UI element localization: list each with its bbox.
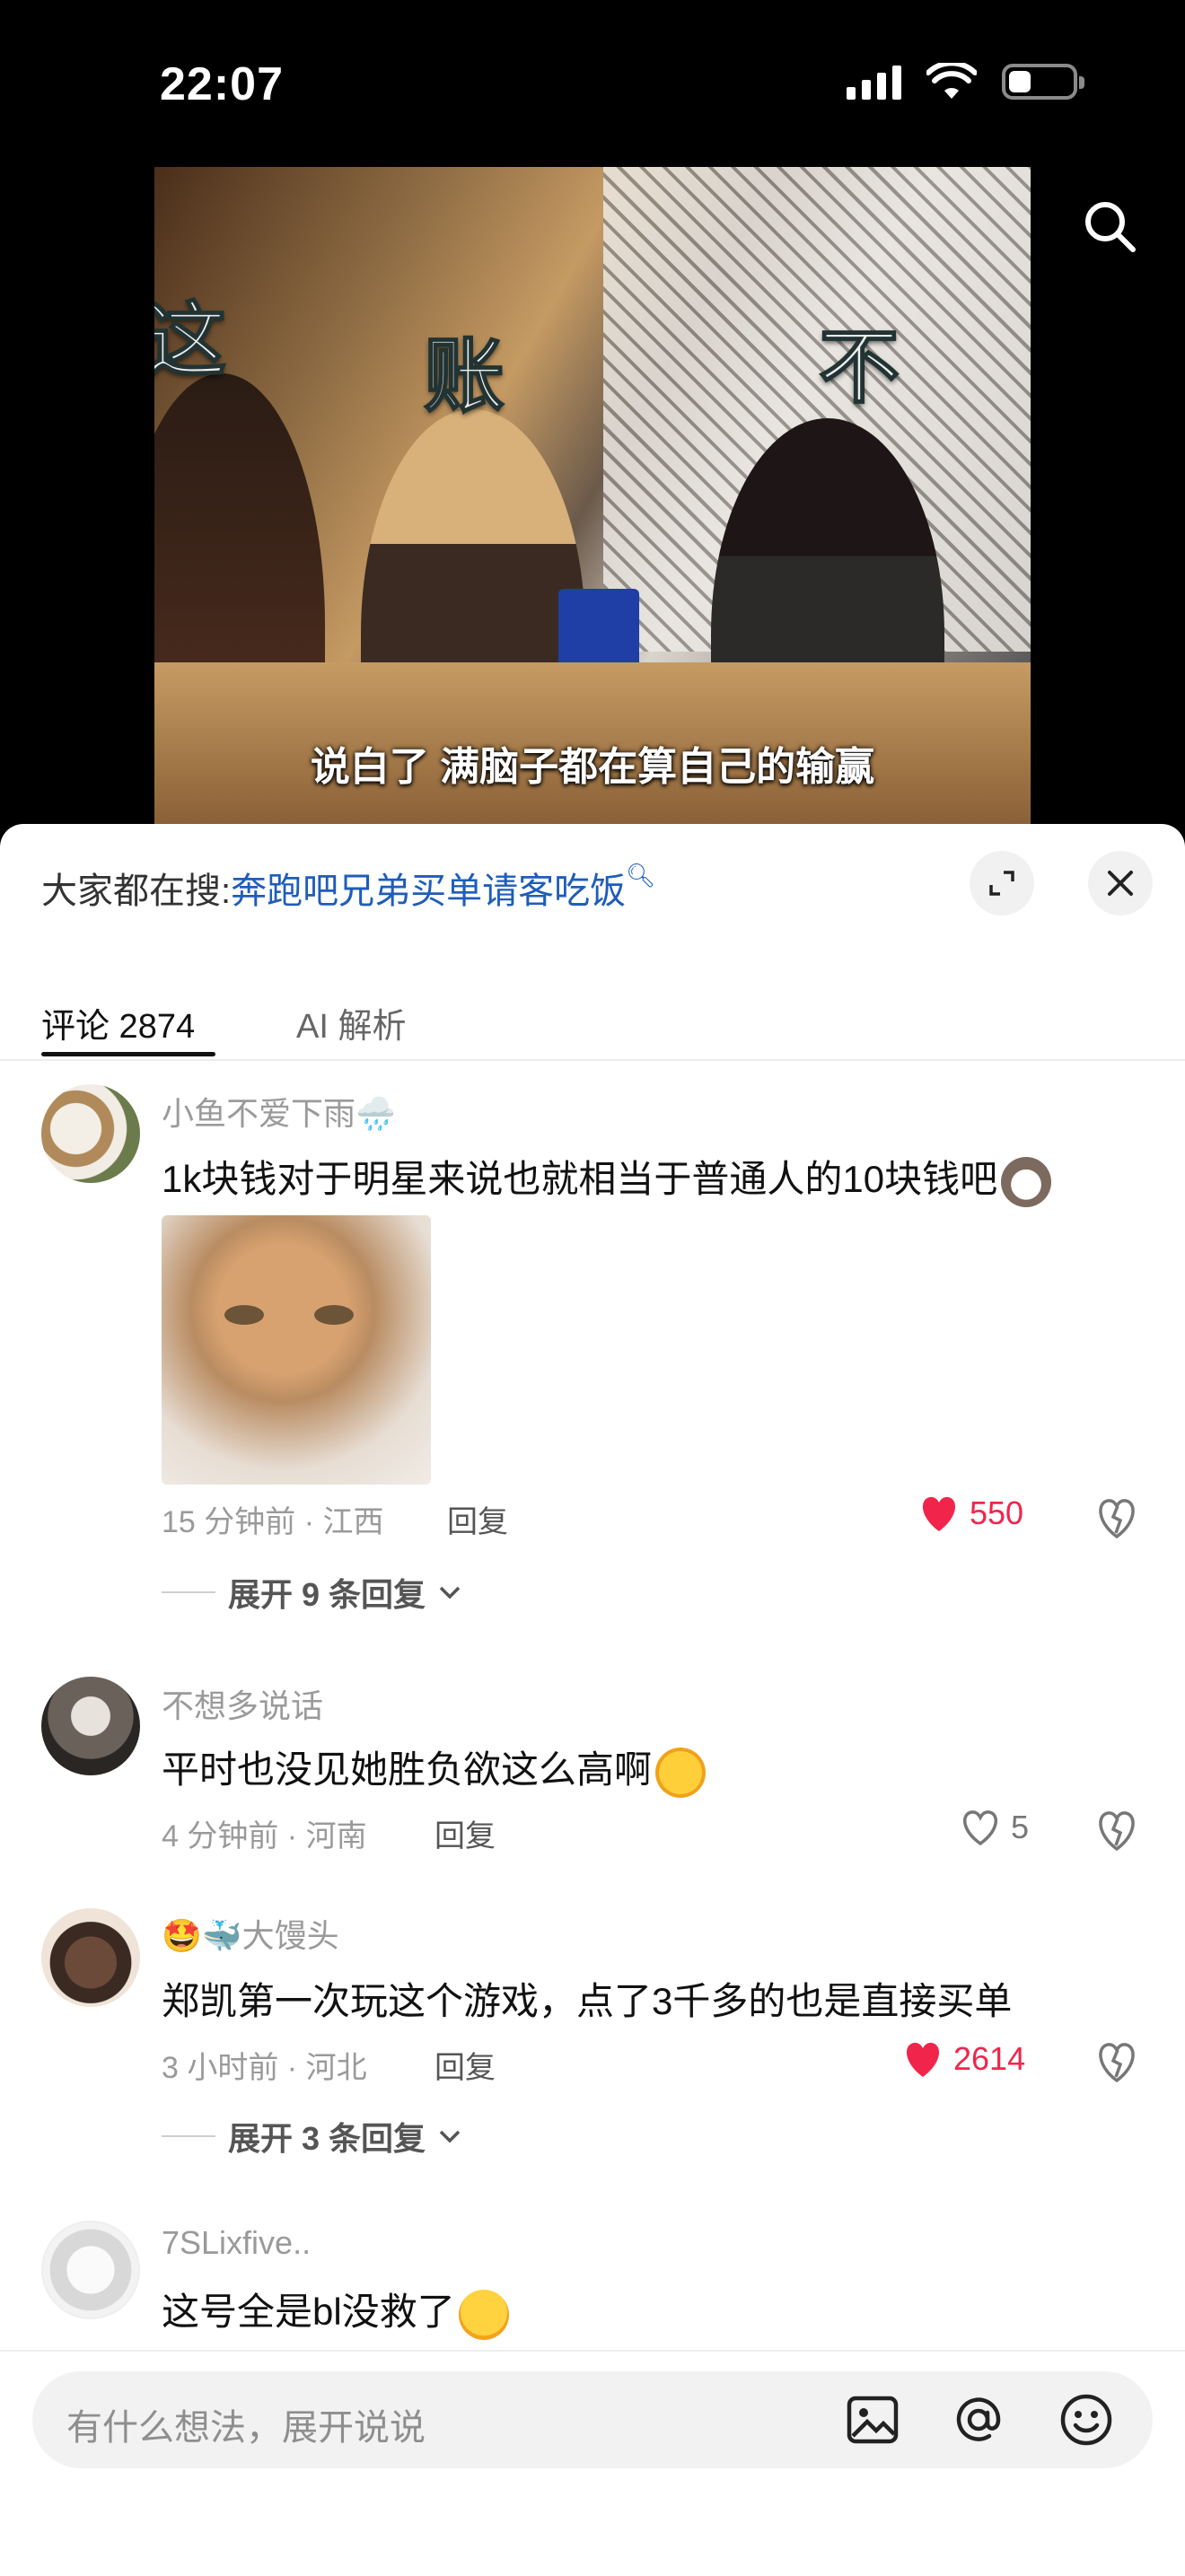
comment-meta: 3 小时前 · 河北 — [162, 2051, 367, 2085]
close-icon — [1108, 871, 1133, 896]
laughing-crying-emoji-icon — [655, 1747, 707, 1798]
tab-comments[interactable]: 评论 2874 — [41, 998, 195, 1047]
tab-active-indicator — [41, 1052, 215, 1056]
divider — [162, 2135, 215, 2137]
search-icon[interactable] — [1081, 197, 1138, 255]
hot-search-keyword[interactable]: 奔跑吧兄弟买单请客吃饭 — [231, 872, 626, 911]
expand-replies-label: 展开 3 条回复 — [228, 2120, 426, 2157]
reply-button[interactable]: 回复 — [447, 1497, 508, 1541]
status-time: 22:07 — [160, 58, 284, 110]
dislike-icon[interactable] — [1093, 1806, 1140, 1853]
video-overlay-char: 不 — [818, 322, 900, 414]
like-count: 2614 — [953, 2040, 1026, 2077]
dislike-icon[interactable] — [1093, 2037, 1140, 2084]
video-subtitle: 说白了 满脑子都在算自己的输赢 — [310, 745, 875, 789]
battery-icon — [1002, 64, 1084, 100]
emoji-icon[interactable] — [1058, 2391, 1115, 2449]
status-icons — [847, 63, 1084, 101]
comment-username[interactable]: 🤩🐳大馒头 — [162, 1910, 339, 1957]
comment-text: 郑凯第一次玩这个游戏，点了3千多的也是直接买单 — [162, 1980, 1013, 2022]
comment-input-placeholder: 有什么想法，展开说说 — [66, 2408, 426, 2448]
expand-replies-label: 展开 9 条回复 — [228, 1576, 426, 1613]
comment-text-content: 1k块钱对于明星来说也就相当于普通人的10块钱吧 — [162, 1158, 998, 1200]
comment-meta: 15 分钟前 · 江西 — [162, 1505, 384, 1539]
video-overlay-char: 账 — [423, 331, 505, 423]
tab-ai-analysis[interactable]: AI 解析 — [296, 998, 406, 1047]
avatar[interactable] — [41, 1677, 140, 1775]
image-icon[interactable] — [844, 2391, 901, 2449]
comment-text: 平时也没见她胜负欲这么高啊 — [162, 1739, 707, 1798]
like-button[interactable]: 2614 — [901, 2039, 1025, 2079]
avatar[interactable] — [41, 1084, 140, 1183]
at-mention-icon[interactable] — [950, 2391, 1007, 2449]
username-text: 大馒头 — [241, 1917, 339, 1954]
video-overlay-char: 这 — [154, 295, 227, 387]
status-bar: 22:07 — [0, 0, 1185, 162]
comment-input-bar: 有什么想法，展开说说 — [0, 2350, 1185, 2576]
video-player[interactable]: 这 账 不 说白了 满脑子都在算自己的输赢 — [154, 167, 1031, 824]
heart-outline-icon — [963, 1810, 997, 1846]
like-count: 5 — [1011, 1809, 1030, 1845]
username-emoji: 🤩🐳 — [162, 1917, 242, 1954]
image-detail — [314, 1305, 354, 1325]
avatar[interactable] — [41, 2221, 140, 2319]
comment-text: 这号全是bl没救了 — [162, 2282, 509, 2340]
reply-button[interactable]: 回复 — [434, 2043, 496, 2087]
comment-text-content: 这号全是bl没救了 — [162, 2291, 455, 2333]
tab-bar: 评论 2874 AI 解析 — [0, 982, 1185, 1061]
like-button[interactable]: 5 — [959, 1808, 1029, 1847]
hot-search[interactable]: 大家都在搜:奔跑吧兄弟买单请客吃饭🔍︎ — [41, 862, 655, 914]
comment-image[interactable] — [162, 1215, 431, 1485]
search-icon: 🔍︎ — [626, 862, 656, 889]
crying-emoji-icon — [458, 2289, 509, 2340]
cat-emoji-icon — [1001, 1156, 1052, 1207]
chevron-down-icon — [439, 2130, 461, 2143]
comment-meta: 4 分钟前 · 河南 — [162, 1819, 367, 1853]
comment-text-content: 平时也没见她胜负欲这么高啊 — [162, 1748, 653, 1791]
expand-icon — [989, 871, 1014, 896]
like-count: 550 — [970, 1494, 1024, 1531]
wifi-icon — [926, 63, 977, 99]
comment-username[interactable]: 不想多说话 — [162, 1680, 323, 1727]
chevron-down-icon — [439, 1586, 461, 1599]
heart-filled-icon — [922, 1496, 956, 1531]
comment-input[interactable]: 有什么想法，展开说说 — [32, 2371, 1153, 2468]
close-button[interactable] — [1088, 851, 1153, 916]
image-detail — [224, 1305, 264, 1325]
like-button[interactable]: 550 — [917, 1494, 1023, 1533]
expand-replies-button[interactable]: 展开 9 条回复 — [162, 1569, 461, 1616]
expand-button[interactable] — [970, 851, 1034, 916]
avatar[interactable] — [41, 1908, 140, 2007]
divider — [162, 1591, 215, 1593]
expand-replies-button[interactable]: 展开 3 条回复 — [162, 2113, 461, 2160]
reply-button[interactable]: 回复 — [434, 1811, 496, 1855]
hot-search-prefix: 大家都在搜: — [41, 872, 232, 911]
comment-username[interactable]: 7SLixfive.. — [162, 2224, 311, 2262]
cellular-signal-icon — [847, 64, 901, 100]
comment-username[interactable]: 小鱼不爱下雨🌧️ — [162, 1088, 396, 1135]
comment-text: 1k块钱对于明星来说也就相当于普通人的10块钱吧 — [162, 1149, 1052, 1207]
dislike-icon[interactable] — [1093, 1494, 1140, 1540]
heart-filled-icon — [906, 2042, 940, 2077]
